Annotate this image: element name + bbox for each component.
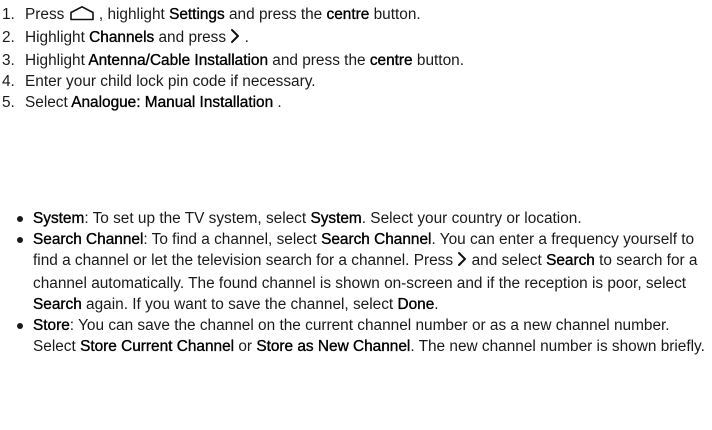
ui-term: Search Channel [33,231,144,248]
bullet-item: Store: You can save the channel on the c… [0,315,709,357]
ui-term: Settings [169,6,225,23]
step-text: button. [416,52,464,69]
bullet-text: . [434,296,439,313]
bullet-text: again. If you want to save the channel, … [81,296,398,313]
bullet-text: . Select your country or location. [361,210,582,227]
step-text: Press [25,6,69,23]
ui-term: Analogue: Manual Installation [71,94,274,111]
ui-term: centre [326,6,370,23]
installation-steps: 1. Press , highlight Settings and press … [0,4,464,113]
step-text: button. [373,6,421,23]
ui-term: Search [33,296,82,313]
step-text: Highlight [25,52,89,69]
step-item: 5. Select Analogue: Manual Installation … [0,92,464,113]
step-number: 5. [2,94,15,111]
step-number: 3. [2,52,15,69]
step-text: Select [25,94,72,111]
step-text: , highlight [98,6,170,23]
step-item: 4. Enter your child lock pin code if nec… [0,71,464,92]
bullet-text: : To find a channel, select [143,231,322,248]
manual-page: 1. Press , highlight Settings and press … [0,0,712,430]
step-item: 2. Highlight Channels and press . [0,27,464,50]
ui-term: Done [397,296,435,313]
ui-term: Antenna/Cable Installation [88,52,269,69]
bullet-text: and select [467,252,547,269]
bullet-text: or [234,338,257,355]
ui-term: Search [546,252,595,269]
step-text: . [244,29,249,46]
chevron-right-icon [230,28,240,50]
bullet-item: Search Channel: To find a channel, selec… [0,229,709,315]
bullet-item: System: To set up the TV system, select … [0,208,709,229]
ui-term: centre [369,52,413,69]
bullet-dot [17,216,23,222]
bullet-dot [17,323,23,329]
ui-term: Store as New Channel [256,338,411,355]
step-item: 3. Highlight Antenna/Cable Installation … [0,50,464,71]
step-text: Highlight [25,29,90,46]
home-icon [69,5,95,27]
step-text: and press [158,29,231,46]
step-text: and press the [228,6,327,23]
bullet-text: . The new channel number is shown briefl… [410,338,705,355]
ui-term: Store Current Channel [80,338,235,355]
step-number: 1. [2,6,15,23]
bullet-dot [17,237,23,243]
step-text: Enter your child lock pin code if necess… [25,73,316,90]
chevron-right-icon [457,251,467,273]
option-descriptions: System: To set up the TV system, select … [0,208,709,357]
step-number: 2. [2,29,15,46]
ui-term: Store [33,317,70,334]
ui-term: Channels [89,29,155,46]
step-text: and press the [272,52,370,69]
step-number: 4. [2,73,15,90]
step-text: . [277,94,282,111]
ui-term: System [33,210,85,227]
ui-term: Search Channel [321,231,432,248]
bullet-text: : To set up the TV system, select [84,210,311,227]
step-item: 1. Press , highlight Settings and press … [0,4,464,27]
ui-term: System [310,210,362,227]
